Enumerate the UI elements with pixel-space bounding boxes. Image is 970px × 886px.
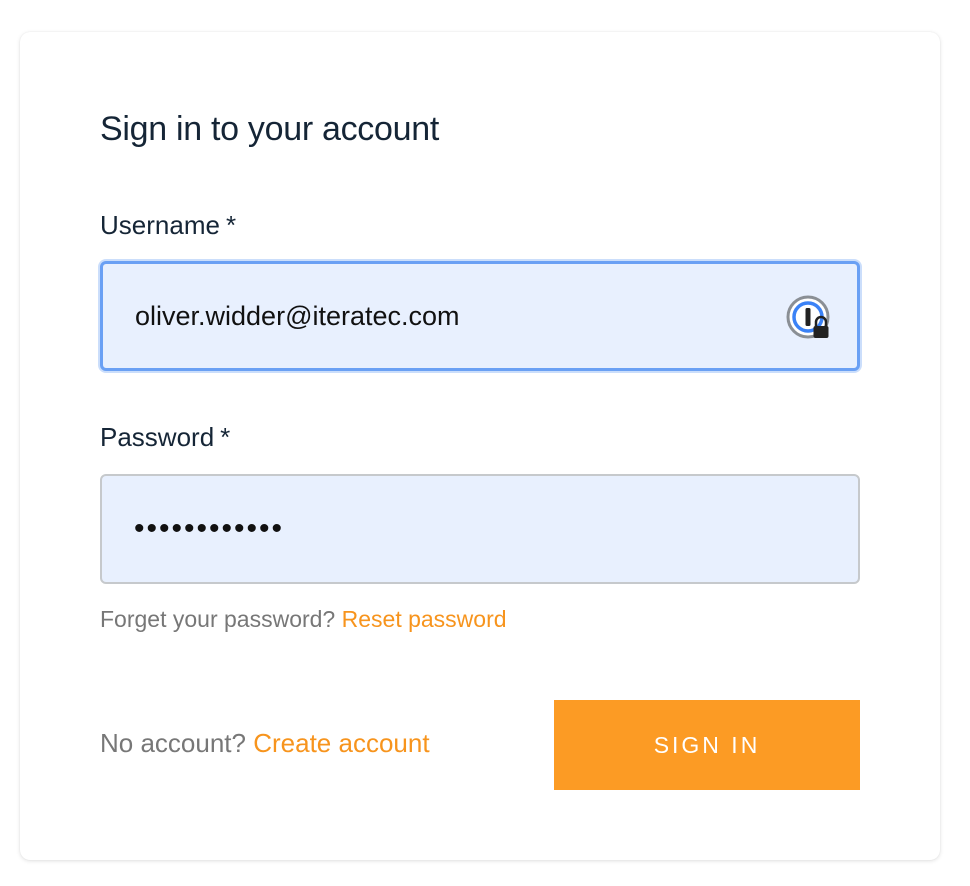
create-account-link[interactable]: Create account <box>253 728 429 758</box>
page-title: Sign in to your account <box>100 110 439 148</box>
password-input[interactable] <box>134 476 774 582</box>
password-field[interactable] <box>100 474 860 584</box>
sign-in-button[interactable]: SIGN IN <box>554 700 860 790</box>
reset-password-link[interactable]: Reset password <box>342 606 507 632</box>
password-manager-icon[interactable] <box>785 294 835 344</box>
username-label: Username * <box>100 210 236 241</box>
username-input[interactable] <box>135 264 775 368</box>
username-field[interactable] <box>100 261 860 371</box>
password-label-text: Password <box>100 422 215 452</box>
forgot-password-text: Forget your password? <box>100 606 336 632</box>
sign-in-card: Sign in to your account Username* Passwo… <box>20 32 940 860</box>
no-account-row: No account? Create account <box>100 728 430 759</box>
required-marker: * <box>225 210 237 240</box>
password-label: Password * <box>100 422 230 453</box>
forgot-password-row: Forget your password? Reset password <box>100 606 507 633</box>
no-account-text: No account? <box>100 728 246 758</box>
username-label-text: Username <box>100 210 220 240</box>
required-marker: * <box>220 422 231 452</box>
